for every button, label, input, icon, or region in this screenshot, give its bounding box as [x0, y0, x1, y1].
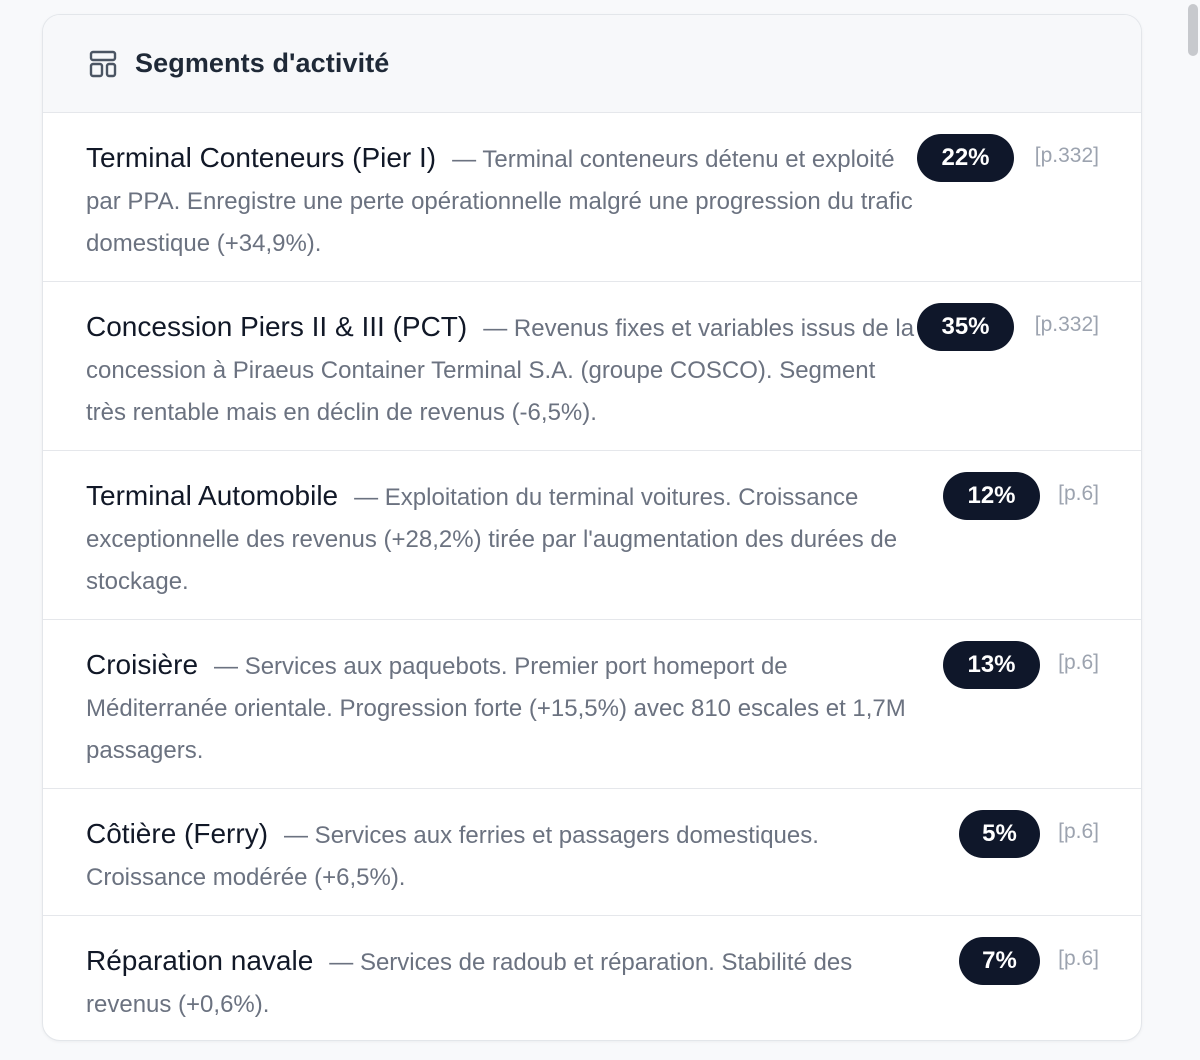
- segment-share-badge: 35%: [917, 303, 1014, 351]
- segment-text: Concession Piers II & III (PCT) — Revenus…: [86, 306, 921, 434]
- segment-name: Réparation navale: [86, 945, 314, 976]
- card-header: Segments d'activité: [43, 15, 1141, 113]
- segment-name: Concession Piers II & III (PCT): [86, 311, 468, 342]
- segment-share-badge: 12%: [943, 472, 1040, 520]
- segment-row: Réparation navale — Services de radoub et…: [43, 916, 1141, 1040]
- segment-name: Croisière: [86, 649, 199, 680]
- page-reference[interactable]: [p.6]: [1058, 820, 1099, 844]
- segment-share-badge: 22%: [917, 134, 1014, 182]
- segments-card: Segments d'activité Terminal Conteneurs …: [42, 14, 1142, 1041]
- segment-text: Croisière — Services aux paquebots. Premi…: [86, 644, 921, 772]
- segment-row: Croisière — Services aux paquebots. Premi…: [43, 620, 1141, 789]
- page-reference[interactable]: [p.6]: [1058, 482, 1099, 506]
- segment-text: Terminal Conteneurs (Pier I) — Terminal c…: [86, 137, 921, 265]
- scrollbar[interactable]: [1186, 0, 1200, 1060]
- segment-text: Terminal Automobile — Exploitation du ter…: [86, 475, 921, 603]
- segment-row: Côtière (Ferry) — Services aux ferries et…: [43, 789, 1141, 916]
- segment-share-badge: 5%: [959, 810, 1040, 858]
- segment-name: Terminal Conteneurs (Pier I): [86, 142, 437, 173]
- segment-name: Terminal Automobile: [86, 480, 339, 511]
- page-reference[interactable]: [p.332]: [1035, 144, 1099, 168]
- segment-row: Concession Piers II & III (PCT) — Revenus…: [43, 282, 1141, 451]
- segment-name: Côtière (Ferry): [86, 818, 269, 849]
- segment-row: Terminal Conteneurs (Pier I) — Terminal c…: [43, 113, 1141, 282]
- layout-icon: [88, 49, 118, 79]
- card-title: Segments d'activité: [135, 48, 390, 78]
- page-reference[interactable]: [p.6]: [1058, 651, 1099, 675]
- page-reference[interactable]: [p.6]: [1058, 947, 1099, 971]
- segment-share-badge: 13%: [943, 641, 1040, 689]
- segment-text: Réparation navale — Services de radoub et…: [86, 940, 921, 1026]
- scrollbar-thumb[interactable]: [1188, 4, 1198, 56]
- segment-text: Côtière (Ferry) — Services aux ferries et…: [86, 813, 921, 899]
- segment-description: — Services aux paquebots. Premier port h…: [86, 653, 906, 764]
- page-reference[interactable]: [p.332]: [1035, 313, 1099, 337]
- segment-share-badge: 7%: [959, 937, 1040, 985]
- segment-row: Terminal Automobile — Exploitation du ter…: [43, 451, 1141, 620]
